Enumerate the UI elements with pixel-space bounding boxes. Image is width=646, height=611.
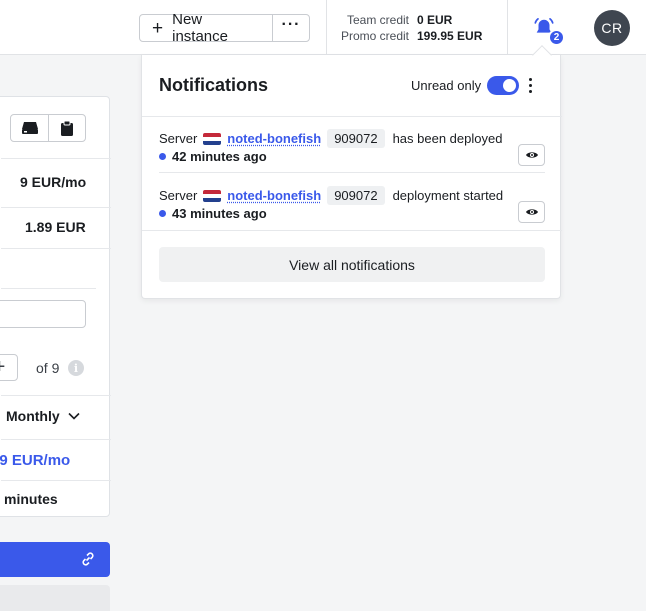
deploy-button[interactable] (0, 542, 110, 577)
credits-summary: Team credit 0 EUR Promo credit 199.95 EU… (326, 0, 508, 55)
divider (1, 480, 111, 481)
unread-only-label: Unread only (411, 78, 481, 93)
netherlands-flag-icon (203, 133, 221, 145)
notification-time: 43 minutes ago (172, 206, 267, 221)
user-avatar[interactable]: CR (594, 10, 630, 46)
new-instance-button[interactable]: + New instance (140, 15, 273, 41)
divider (159, 172, 545, 173)
mark-read-button[interactable] (518, 201, 545, 223)
plus-icon: + (0, 356, 5, 379)
notification-item: Server noted-bonefish 909072 deployment … (159, 186, 545, 242)
unread-only-toggle[interactable] (487, 76, 519, 95)
team-credit-label: Team credit (327, 13, 417, 27)
notification-item: Server noted-bonefish 909072 has been de… (159, 129, 545, 185)
notification-message: deployment started (393, 188, 504, 203)
clipboard-icon (60, 120, 74, 137)
server-id-chip: 909072 (327, 186, 384, 205)
view-all-notifications-button[interactable]: View all notifications (159, 247, 545, 282)
notifications-title: Notifications (159, 75, 268, 96)
total-price: 89 EUR/mo (0, 452, 70, 469)
server-icon (21, 121, 39, 135)
notification-kind: Server (159, 188, 197, 203)
mark-read-button[interactable] (518, 144, 545, 166)
increment-button[interactable]: + (0, 354, 18, 381)
divider (1, 395, 111, 396)
time-estimate: minutes (4, 491, 58, 507)
server-view-button[interactable] (11, 115, 48, 141)
billing-period-value: Monthly (6, 408, 60, 424)
unread-dot (159, 210, 166, 217)
unread-dot (159, 153, 166, 160)
server-id-chip: 909072 (327, 129, 384, 148)
server-link[interactable]: noted-bonefish (227, 131, 321, 146)
divider (1, 248, 111, 249)
kebab-menu-icon[interactable] (529, 76, 532, 94)
instance-config-panel: 9 EUR/mo 1.89 EUR + of 9 i Monthly 89 EU… (0, 96, 110, 517)
plus-icon: + (152, 19, 163, 38)
secondary-button[interactable] (0, 585, 110, 611)
divider (1, 288, 96, 289)
clipboard-view-button[interactable] (48, 115, 85, 141)
new-instance-button-group: + New instance ··· (139, 14, 310, 42)
promo-credit-label: Promo credit (327, 29, 417, 43)
eye-icon (525, 150, 539, 160)
link-icon (80, 551, 96, 567)
netherlands-flag-icon (203, 190, 221, 202)
server-link[interactable]: noted-bonefish (227, 188, 321, 203)
team-credit-value: 0 EUR (417, 13, 497, 27)
new-instance-label: New instance (172, 11, 262, 45)
more-options-button[interactable]: ··· (273, 15, 309, 41)
eye-icon (525, 207, 539, 217)
view-toggle-group (10, 114, 86, 142)
notification-count-badge: 2 (548, 29, 565, 46)
chevron-down-icon (68, 412, 80, 420)
top-bar: + New instance ··· Team credit 0 EUR Pro… (0, 0, 646, 55)
eur-price-value: 1.89 EUR (25, 219, 86, 235)
text-input[interactable] (0, 300, 86, 328)
divider (1, 439, 111, 440)
notification-time: 42 minutes ago (172, 149, 267, 164)
billing-period-select[interactable]: Monthly (6, 408, 80, 424)
notifications-dropdown: Notifications Unread only Server noted-b… (141, 55, 561, 299)
divider (142, 116, 562, 117)
divider (1, 158, 111, 159)
stepper-max-label: of 9 (36, 360, 59, 376)
divider (142, 230, 562, 231)
notification-kind: Server (159, 131, 197, 146)
divider (1, 207, 111, 208)
promo-credit-value: 199.95 EUR (417, 29, 497, 43)
info-icon[interactable]: i (68, 360, 84, 376)
notification-message: has been deployed (393, 131, 503, 146)
monthly-price-value: 9 EUR/mo (20, 174, 86, 190)
